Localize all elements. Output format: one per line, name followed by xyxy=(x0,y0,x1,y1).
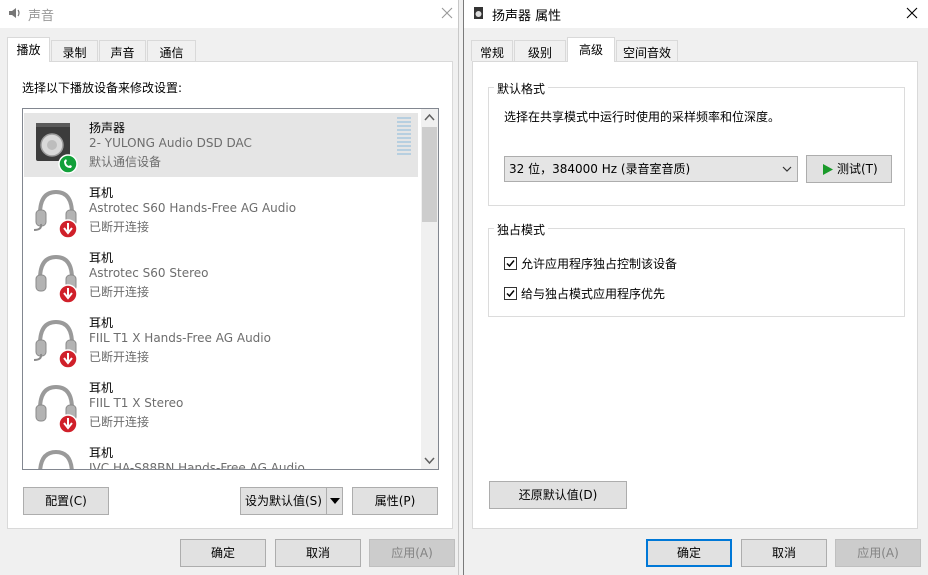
tab-levels[interactable]: 级别 xyxy=(514,40,566,61)
list-item[interactable]: 耳机 FIIL T1 X Stereo 已断开连接 xyxy=(24,373,418,437)
headset-icon xyxy=(38,449,74,469)
disconnected-arrow-badge-icon xyxy=(58,414,78,434)
set-default-button[interactable]: 设为默认值(S) xyxy=(240,487,327,515)
device-status: 已断开连接 xyxy=(89,285,150,299)
checkmark-icon xyxy=(506,260,515,268)
scroll-down-icon[interactable] xyxy=(424,455,435,465)
close-icon[interactable] xyxy=(439,5,455,21)
ok-button[interactable]: 确定 xyxy=(646,539,732,567)
tab-playback[interactable]: 播放 xyxy=(7,37,50,62)
close-icon[interactable] xyxy=(904,5,920,21)
sound-dialog: 声音 播放 录制 声音 通信 选择以下播放设备来修改设置: 扬声器 2- YUL… xyxy=(0,0,459,575)
device-status: 已断开连接 xyxy=(89,350,150,364)
advanced-panel: 默认格式 选择在共享模式中运行时使用的采样频率和位深度。 32 位，384000… xyxy=(472,61,918,529)
playback-instruction: 选择以下播放设备来修改设置: xyxy=(22,81,183,95)
device-list-scrollbar[interactable] xyxy=(421,109,438,469)
device-status: 默认通信设备 xyxy=(89,155,162,169)
speaker-app-icon xyxy=(474,7,483,19)
exclusive-mode-label: 独占模式 xyxy=(494,221,549,238)
list-item[interactable]: 耳机 Astrotec S60 Stereo 已断开连接 xyxy=(24,243,418,307)
properties-window-title: 扬声器 属性 xyxy=(492,9,562,24)
tab-recording[interactable]: 录制 xyxy=(51,40,98,61)
scrollbar-thumb[interactable] xyxy=(422,127,437,222)
volume-meter xyxy=(397,117,411,157)
device-list[interactable]: 扬声器 2- YULONG Audio DSD DAC 默认通信设备 耳机 As… xyxy=(22,108,439,470)
exclusive-priority-label[interactable]: 给与独占模式应用程序优先 xyxy=(521,285,665,302)
properties-titlebar[interactable]: 扬声器 属性 xyxy=(464,0,928,28)
device-name: 耳机 xyxy=(89,446,114,460)
list-item[interactable]: 扬声器 2- YULONG Audio DSD DAC 默认通信设备 xyxy=(24,113,418,177)
disconnected-arrow-badge-icon xyxy=(58,219,78,239)
sound-titlebar[interactable]: 声音 xyxy=(0,0,458,28)
default-format-description: 选择在共享模式中运行时使用的采样频率和位深度。 xyxy=(504,110,781,124)
chevron-down-icon xyxy=(782,166,792,172)
device-description: Astrotec S60 Hands-Free AG Audio xyxy=(89,201,297,215)
test-button-label: 测试(T) xyxy=(837,162,878,176)
device-name: 扬声器 xyxy=(89,121,126,135)
sample-format-select[interactable]: 32 位，384000 Hz (录音室音质) xyxy=(504,156,798,182)
allow-exclusive-control-checkbox[interactable] xyxy=(504,257,517,270)
tab-general[interactable]: 常规 xyxy=(471,40,513,61)
device-name: 耳机 xyxy=(89,381,114,395)
allow-exclusive-control-label[interactable]: 允许应用程序独占控制该设备 xyxy=(521,255,677,272)
disconnected-arrow-badge-icon xyxy=(58,349,78,369)
restore-defaults-button[interactable]: 还原默认值(D) xyxy=(489,481,627,509)
disconnected-arrow-badge-icon xyxy=(58,284,78,304)
device-description: Astrotec S60 Stereo xyxy=(89,266,209,280)
properties-button[interactable]: 属性(P) xyxy=(352,487,438,515)
tab-spatial-sound[interactable]: 空间音效 xyxy=(616,40,678,61)
checkmark-icon xyxy=(506,290,515,298)
tab-sounds[interactable]: 声音 xyxy=(99,40,146,61)
test-button[interactable]: 测试(T) xyxy=(806,155,892,183)
device-status: 已断开连接 xyxy=(89,220,150,234)
tab-communications[interactable]: 通信 xyxy=(147,40,196,61)
device-name: 耳机 xyxy=(89,251,114,265)
device-description: 2- YULONG Audio DSD DAC xyxy=(89,136,252,150)
exclusive-priority-checkbox[interactable] xyxy=(504,287,517,300)
set-default-dropdown-button[interactable] xyxy=(326,487,343,515)
list-item[interactable]: 耳机 JVC HA-S88BN Hands-Free AG Audio xyxy=(24,438,418,470)
exclusive-mode-group xyxy=(488,228,905,317)
apply-button[interactable]: 应用(A) xyxy=(835,539,921,567)
device-name: 耳机 xyxy=(89,186,114,200)
ok-button[interactable]: 确定 xyxy=(180,539,266,567)
cancel-button[interactable]: 取消 xyxy=(741,539,827,567)
list-item[interactable]: 耳机 FIIL T1 X Hands-Free AG Audio 已断开连接 xyxy=(24,308,418,372)
device-description: JVC HA-S88BN Hands-Free AG Audio xyxy=(89,461,305,470)
sound-window-title: 声音 xyxy=(28,9,55,24)
dropdown-arrow-icon xyxy=(330,498,340,504)
play-icon xyxy=(823,164,833,175)
apply-button[interactable]: 应用(A) xyxy=(369,539,455,567)
device-description: FIIL T1 X Stereo xyxy=(89,396,184,410)
sample-format-value: 32 位，384000 Hz (录音室音质) xyxy=(509,162,691,176)
device-status: 已断开连接 xyxy=(89,415,150,429)
phone-check-badge-icon xyxy=(58,154,78,174)
list-item[interactable]: 耳机 Astrotec S60 Hands-Free AG Audio 已断开连… xyxy=(24,178,418,242)
configure-button[interactable]: 配置(C) xyxy=(23,487,109,515)
speaker-properties-dialog: 扬声器 属性 常规 级别 高级 空间音效 默认格式 选择在共享模式中运行时使用的… xyxy=(463,0,928,575)
default-format-group xyxy=(488,87,905,206)
device-name: 耳机 xyxy=(89,316,114,330)
tab-advanced[interactable]: 高级 xyxy=(567,37,615,62)
sound-app-icon xyxy=(9,8,20,18)
scroll-up-icon[interactable] xyxy=(424,113,435,123)
cancel-button[interactable]: 取消 xyxy=(275,539,361,567)
device-description: FIIL T1 X Hands-Free AG Audio xyxy=(89,331,271,345)
default-format-label: 默认格式 xyxy=(494,80,549,97)
